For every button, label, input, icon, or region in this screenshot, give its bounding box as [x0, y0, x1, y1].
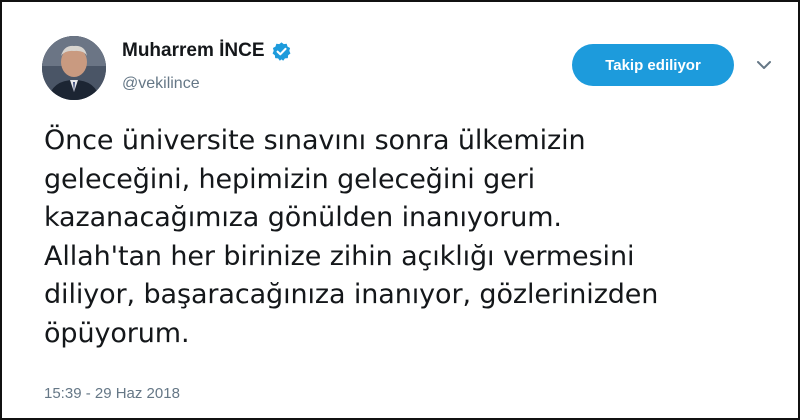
following-button[interactable]: Takip ediliyor [572, 44, 734, 86]
handle[interactable]: @vekilince [122, 75, 200, 93]
display-name[interactable]: Muharrem İNCE [122, 40, 292, 62]
tweet-card: Muharrem İNCE @vekilince Takip ediliyor … [0, 0, 800, 420]
tweet-timestamp[interactable]: 15:39 - 29 Haz 2018 [44, 385, 180, 402]
verified-badge-icon [271, 41, 292, 62]
chevron-down-icon[interactable] [754, 57, 774, 73]
avatar[interactable] [42, 36, 106, 100]
tweet-text: Önce üniversite sınavını sonra ülkemizin… [44, 125, 659, 349]
avatar-image [42, 36, 106, 100]
display-name-text: Muharrem İNCE [122, 40, 265, 61]
